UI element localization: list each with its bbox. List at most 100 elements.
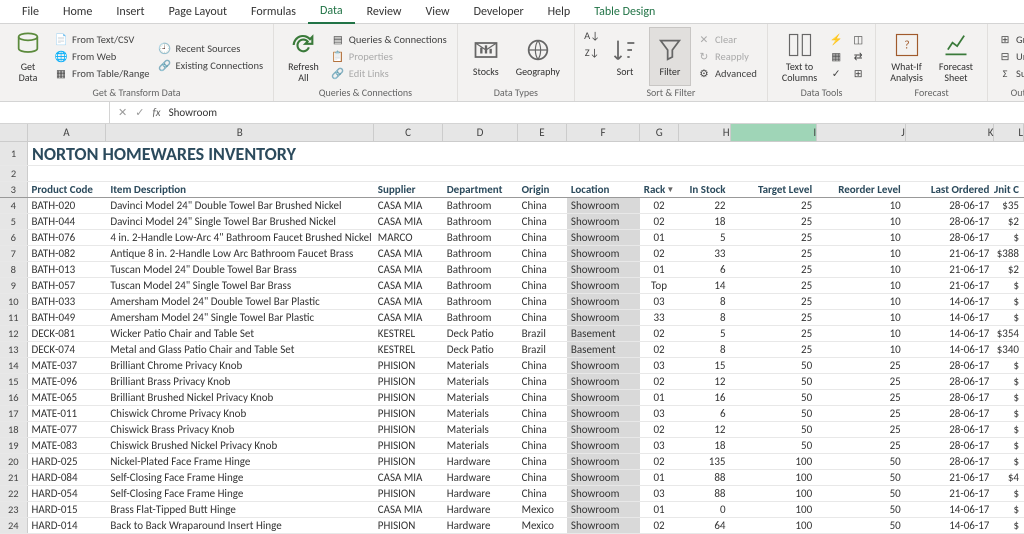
cell[interactable]: 100 — [731, 470, 818, 485]
cell[interactable]: Amersham Model 24" Single Towel Bar Plas… — [106, 310, 373, 325]
cell[interactable]: $ — [994, 518, 1024, 533]
cell[interactable]: Showroom — [567, 214, 640, 229]
cell[interactable]: PHISION — [374, 486, 443, 501]
row-header[interactable]: 12 — [0, 326, 28, 341]
cell[interactable]: 02 — [640, 198, 679, 213]
stocks-button[interactable]: Stocks — [466, 27, 506, 86]
cell[interactable]: 22 — [679, 198, 730, 213]
cell[interactable]: Bathroom — [443, 214, 518, 229]
name-box[interactable] — [0, 102, 110, 123]
cell[interactable]: China — [518, 438, 567, 453]
cell[interactable]: Bathroom — [443, 230, 518, 245]
cancel-icon[interactable]: ✕ — [118, 106, 127, 119]
tab-insert[interactable]: Insert — [104, 1, 156, 23]
cell[interactable]: 25 — [731, 214, 818, 229]
tab-developer[interactable]: Developer — [462, 1, 536, 23]
cell[interactable]: $4 — [994, 470, 1024, 485]
cell[interactable]: Materials — [443, 406, 518, 421]
cell[interactable]: 02 — [640, 454, 679, 469]
row-header[interactable]: 3 — [0, 182, 28, 197]
cell[interactable]: Basement — [567, 342, 640, 357]
cell[interactable]: 14-06-17 — [906, 326, 995, 341]
relationships-button[interactable]: ⇄ — [849, 49, 867, 65]
cell[interactable]: DECK-074 — [28, 342, 107, 357]
tab-tabledesign[interactable]: Table Design — [582, 1, 667, 23]
header-cell[interactable]: Origin — [518, 182, 567, 197]
row-header[interactable]: 21 — [0, 470, 28, 485]
cell[interactable]: 10 — [817, 246, 906, 261]
cell[interactable]: 25 — [731, 278, 818, 293]
header-cell[interactable]: Department — [443, 182, 518, 197]
cell[interactable]: CASA MIA — [374, 262, 443, 277]
cell[interactable]: CASA MIA — [374, 470, 443, 485]
cell[interactable]: 6 — [679, 262, 730, 277]
cell[interactable]: 03 — [640, 406, 679, 421]
cell[interactable]: Nickel-Plated Face Frame Hinge — [106, 454, 373, 469]
cell[interactable]: 14-06-17 — [906, 310, 995, 325]
cell[interactable]: $340 — [994, 342, 1024, 357]
cell[interactable]: 28-06-17 — [906, 198, 995, 213]
cell[interactable]: PHISION — [374, 374, 443, 389]
cell[interactable]: 25 — [731, 262, 818, 277]
cell[interactable]: Brilliant Chrome Privacy Knob — [106, 358, 373, 373]
cell[interactable]: 10 — [817, 230, 906, 245]
cell[interactable]: 02 — [640, 214, 679, 229]
cell[interactable]: $ — [994, 406, 1024, 421]
cell[interactable]: 50 — [817, 470, 906, 485]
cell[interactable]: 100 — [731, 502, 818, 517]
cell[interactable]: MATE-037 — [28, 358, 107, 373]
cell[interactable]: Tuscan Model 24" Single Towel Bar Brass — [106, 278, 373, 293]
cell[interactable]: Showroom — [567, 454, 640, 469]
cell[interactable]: 03 — [640, 486, 679, 501]
cell[interactable]: HARD-084 — [28, 470, 107, 485]
tab-data[interactable]: Data — [308, 0, 355, 24]
cell[interactable]: MATE-083 — [28, 438, 107, 453]
cell[interactable]: HARD-054 — [28, 486, 107, 501]
recent-sources-button[interactable]: 🕘Recent Sources — [155, 40, 265, 56]
cell[interactable]: 21-06-17 — [906, 486, 995, 501]
cell[interactable]: Self-Closing Face Frame Hinge — [106, 470, 373, 485]
cell[interactable]: 28-06-17 — [906, 374, 995, 389]
cell[interactable]: 25 — [817, 438, 906, 453]
header-cell[interactable]: Rack▼ — [640, 182, 679, 197]
from-text-button[interactable]: 📄From Text/CSV — [52, 32, 151, 48]
cell[interactable]: 0 — [679, 502, 730, 517]
advanced-button[interactable]: ⚙Advanced — [695, 66, 759, 82]
cell[interactable]: 25 — [817, 374, 906, 389]
cell[interactable]: 10 — [817, 262, 906, 277]
cell[interactable]: $ — [994, 390, 1024, 405]
tab-file[interactable]: File — [10, 1, 51, 23]
cell[interactable]: 5 — [679, 230, 730, 245]
row-header[interactable]: 13 — [0, 342, 28, 357]
cell[interactable]: Showroom — [567, 438, 640, 453]
col-header[interactable]: B — [106, 124, 374, 141]
cell[interactable]: Showroom — [567, 246, 640, 261]
cell[interactable]: 50 — [731, 374, 818, 389]
cell[interactable]: China — [518, 214, 567, 229]
text-to-columns-button[interactable]: Text to Columns — [776, 27, 823, 86]
row-header[interactable]: 24 — [0, 518, 28, 533]
cell[interactable]: China — [518, 422, 567, 437]
cell[interactable]: Bathroom — [443, 198, 518, 213]
cell[interactable]: BATH-076 — [28, 230, 107, 245]
cell[interactable]: CASA MIA — [374, 502, 443, 517]
cell[interactable]: 50 — [817, 486, 906, 501]
col-header[interactable]: L — [994, 124, 1024, 141]
cell[interactable]: 25 — [817, 358, 906, 373]
cell[interactable]: Brilliant Brass Privacy Knob — [106, 374, 373, 389]
cell[interactable]: 50 — [731, 390, 818, 405]
col-header[interactable]: G — [640, 124, 679, 141]
cell[interactable]: 01 — [640, 470, 679, 485]
cell[interactable]: 10 — [817, 278, 906, 293]
cell[interactable]: MATE-011 — [28, 406, 107, 421]
cell[interactable]: China — [518, 374, 567, 389]
from-web-button[interactable]: 🌐From Web — [52, 49, 151, 65]
cell[interactable]: HARD-025 — [28, 454, 107, 469]
cell[interactable]: 100 — [731, 454, 818, 469]
cell[interactable]: Materials — [443, 390, 518, 405]
cell[interactable]: China — [518, 390, 567, 405]
sort-button[interactable]: Sort — [605, 27, 645, 86]
cell[interactable]: Showroom — [567, 390, 640, 405]
cell[interactable]: China — [518, 230, 567, 245]
cell[interactable]: PHISION — [374, 422, 443, 437]
